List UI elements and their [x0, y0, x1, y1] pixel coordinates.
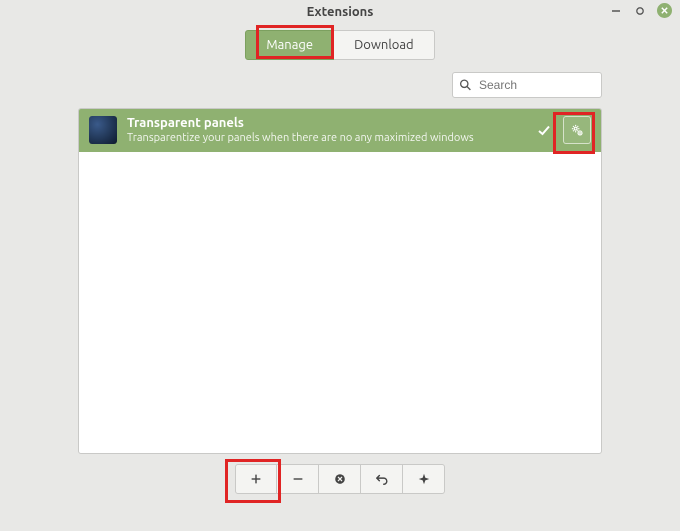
- search-row: [78, 72, 602, 98]
- minus-icon: [291, 472, 305, 486]
- extension-row[interactable]: Transparent panels Transparentize your p…: [79, 109, 601, 152]
- maximize-button[interactable]: [633, 4, 647, 18]
- extension-icon: [89, 116, 117, 144]
- sparkle-icon: [417, 472, 431, 486]
- close-button[interactable]: [657, 3, 672, 18]
- extension-settings-button[interactable]: [563, 116, 591, 144]
- close-circle-icon: [333, 472, 347, 486]
- update-button[interactable]: [403, 464, 445, 494]
- search-wrap: [452, 72, 602, 98]
- extension-description: Transparentize your panels when there ar…: [127, 132, 525, 145]
- window-title: Extensions: [307, 5, 374, 19]
- titlebar: Extensions: [0, 0, 680, 24]
- undo-button[interactable]: [361, 464, 403, 494]
- add-button[interactable]: [235, 464, 277, 494]
- extension-title: Transparent panels: [127, 116, 525, 132]
- search-icon: [459, 79, 472, 92]
- plus-icon: [249, 472, 263, 486]
- check-icon: [535, 121, 553, 139]
- content-area: Transparent panels Transparentize your p…: [0, 72, 680, 494]
- search-input[interactable]: [452, 72, 602, 98]
- bottom-toolbar: [78, 464, 602, 494]
- list-empty-area: [79, 152, 601, 453]
- gear-icon: [570, 123, 585, 138]
- remove-button[interactable]: [277, 464, 319, 494]
- undo-icon: [375, 472, 389, 486]
- tab-download[interactable]: Download: [334, 30, 435, 60]
- tab-manage[interactable]: Manage: [245, 30, 334, 60]
- minimize-button[interactable]: [609, 4, 623, 18]
- delete-button[interactable]: [319, 464, 361, 494]
- window-controls: [609, 3, 672, 18]
- tab-bar: Manage Download: [0, 24, 680, 72]
- extension-text: Transparent panels Transparentize your p…: [127, 116, 525, 145]
- extension-list: Transparent panels Transparentize your p…: [78, 108, 602, 454]
